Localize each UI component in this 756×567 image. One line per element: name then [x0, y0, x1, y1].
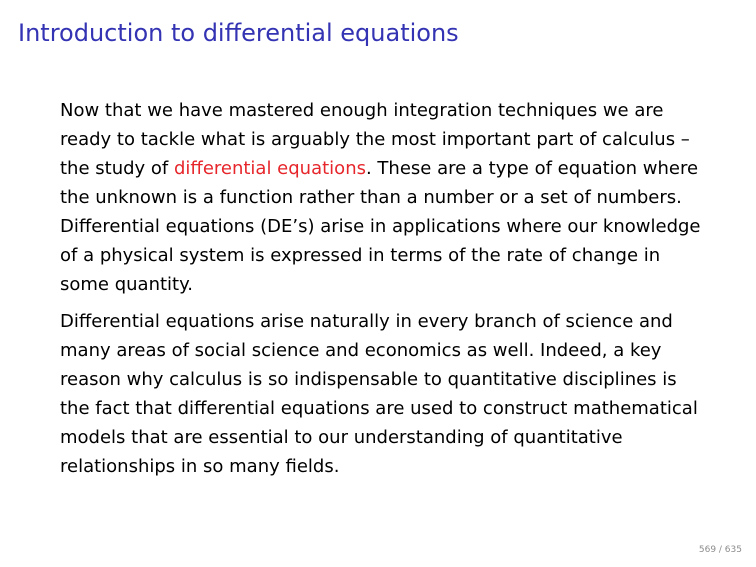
highlight-differential-equations: differential equations	[173, 158, 366, 179]
slide: Introduction to differential equations N…	[0, 0, 756, 567]
paragraph-applications: Differential equations arise naturally i…	[60, 311, 698, 477]
paragraph-intro: Now that we have mastered enough integra…	[60, 96, 710, 299]
slide-title: Introduction to differential equations	[18, 19, 459, 47]
page-number: 569 / 635	[698, 545, 742, 555]
slide-content: Now that we have mastered enough integra…	[60, 96, 710, 481]
